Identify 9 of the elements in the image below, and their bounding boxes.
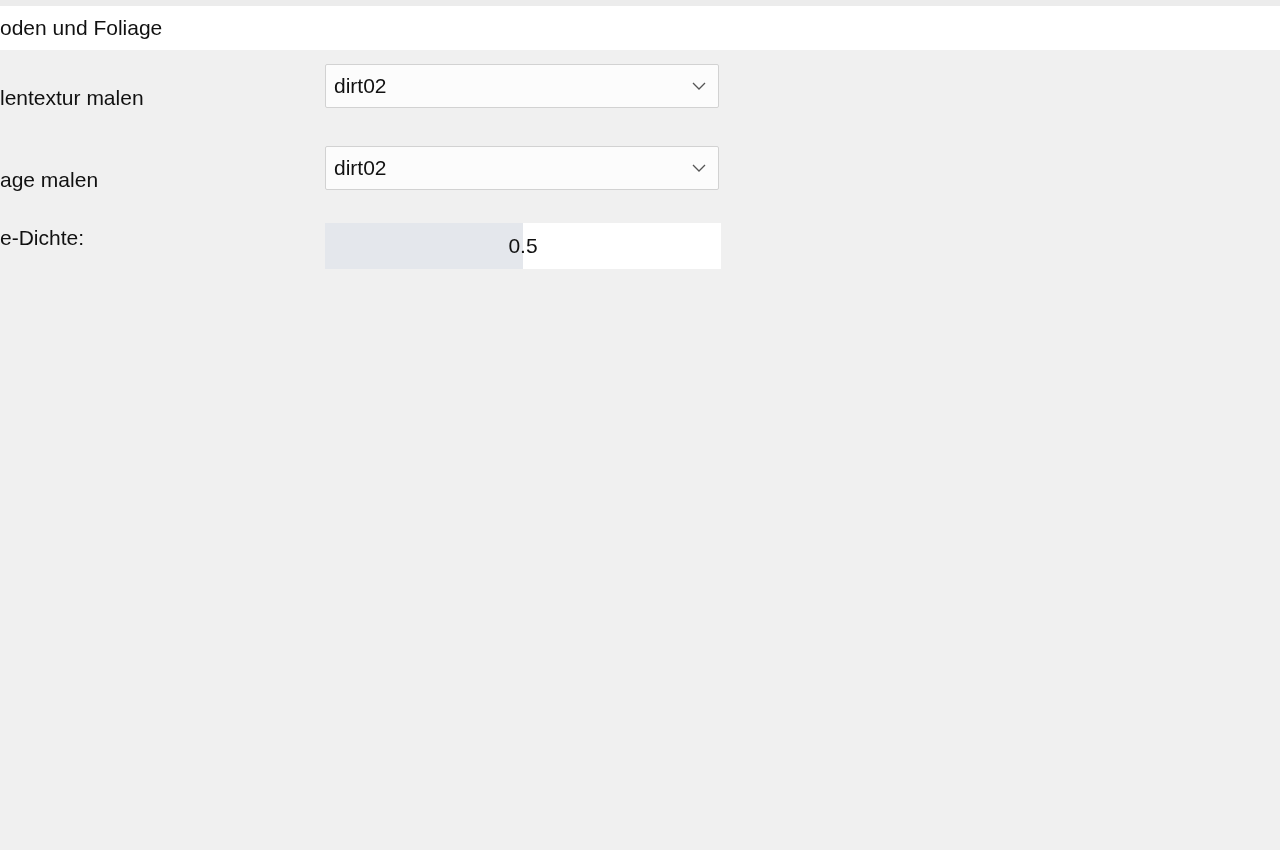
field-label: age malen (0, 167, 100, 192)
texture-dropdown[interactable]: dirt02 (325, 146, 719, 190)
field-label: lentextur malen (0, 85, 145, 110)
section-title: oden und Foliage (0, 16, 163, 40)
density-slider[interactable]: 0.5 (325, 223, 721, 269)
field-label: e-Dichte: (0, 225, 86, 250)
texture-dropdown[interactable]: dirt02 (325, 64, 719, 108)
caret-icon (692, 82, 706, 90)
caret-icon (692, 164, 706, 172)
